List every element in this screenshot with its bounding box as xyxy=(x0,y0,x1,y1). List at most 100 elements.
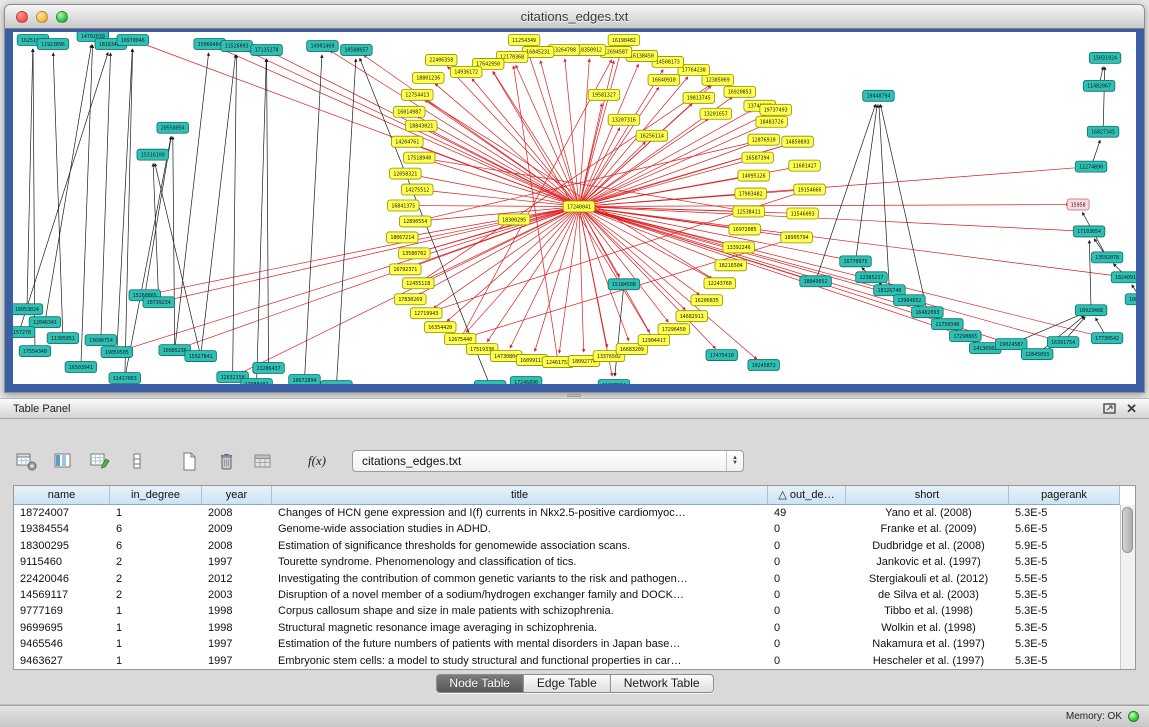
graph-node[interactable]: 10588657 xyxy=(341,44,373,55)
graph-node[interactable]: 11546093 xyxy=(787,208,819,219)
graph-node[interactable]: 19581327 xyxy=(588,89,620,100)
table-row[interactable]: 969969511998Structural magnetic resonanc… xyxy=(14,620,1120,636)
graph-node[interactable]: 11750348 xyxy=(932,319,964,330)
graph-node[interactable]: 12675440 xyxy=(444,334,476,345)
column-header-year[interactable]: year xyxy=(202,486,272,505)
graph-node[interactable]: 17246890 xyxy=(510,377,542,384)
table-mode-icon[interactable] xyxy=(12,448,40,474)
graph-node[interactable]: 16482093 xyxy=(912,307,944,318)
graph-node[interactable]: 19024587 xyxy=(995,339,1027,350)
graph-node[interactable]: 16206835 xyxy=(691,295,723,306)
graph-node[interactable]: 16503941 xyxy=(65,362,97,373)
show-columns-icon[interactable] xyxy=(49,448,77,474)
column-header-out_de[interactable]: △ out_de… xyxy=(768,486,846,505)
graph-node[interactable]: 16391754 xyxy=(1047,337,1079,348)
import-table-icon[interactable] xyxy=(249,448,277,474)
graph-node[interactable]: 18953024 xyxy=(13,304,43,315)
delete-icon[interactable] xyxy=(212,448,240,474)
table-row[interactable]: 1830029562008Estimation of significance … xyxy=(14,538,1120,554)
graph-node[interactable]: 16256114 xyxy=(636,130,668,141)
graph-node[interactable]: 12385217 xyxy=(856,272,888,283)
graph-node[interactable]: 16190482 xyxy=(608,34,640,45)
graph-node[interactable]: 12876910 xyxy=(748,134,780,145)
graph-node[interactable]: 10874523 xyxy=(1125,294,1136,305)
graph-node[interactable]: 12385069 xyxy=(702,74,734,85)
graph-node[interactable]: 17475410 xyxy=(706,350,738,361)
graph-node[interactable]: 11601427 xyxy=(789,160,821,171)
float-panel-icon[interactable] xyxy=(1103,403,1116,414)
minimize-window-icon[interactable] xyxy=(36,11,48,23)
graph-node[interactable]: 12046341 xyxy=(29,317,61,328)
graph-node[interactable]: 16972085 xyxy=(729,224,761,235)
graph-node[interactable]: 13392246 xyxy=(723,242,755,253)
graph-node[interactable]: 12455118 xyxy=(403,278,435,289)
graph-node[interactable]: 13904652 xyxy=(894,295,926,306)
graph-node[interactable]: 20558054 xyxy=(157,122,189,133)
graph-node[interactable]: 13580702 xyxy=(399,248,431,259)
graph-node[interactable]: 11526093 xyxy=(221,40,253,51)
tab-network-table[interactable]: Network Table xyxy=(610,675,713,692)
graph-node[interactable]: 10970046 xyxy=(117,34,149,45)
column-header-pagerank[interactable]: pagerank xyxy=(1009,486,1120,505)
graph-node[interactable]: 21206437 xyxy=(253,363,285,374)
tab-node-table[interactable]: Node Table xyxy=(436,675,523,692)
graph-node[interactable]: 19154666 xyxy=(794,184,826,195)
graph-node[interactable]: 22406358 xyxy=(425,54,457,65)
graph-node[interactable]: 16792371 xyxy=(390,264,422,275)
graph-node[interactable]: 10672894 xyxy=(289,375,321,384)
close-panel-icon[interactable]: ✕ xyxy=(1126,402,1137,415)
graph-node[interactable]: 13690754 xyxy=(85,335,117,346)
table-row[interactable]: 2242004622012Investigating the contribut… xyxy=(14,571,1120,587)
graph-node[interactable]: 14204761 xyxy=(392,136,424,147)
graph-node[interactable]: 18126740 xyxy=(874,285,906,296)
graph-node[interactable]: 12904417 xyxy=(638,335,670,346)
graph-node[interactable]: 16157278 xyxy=(13,327,35,338)
graph-node[interactable]: 10923468 xyxy=(1075,305,1107,316)
graph-node[interactable]: 17135278 xyxy=(251,44,283,55)
graph-node[interactable]: 17296450 xyxy=(658,324,690,335)
graph-node[interactable]: 17554340 xyxy=(19,346,51,357)
graph-node[interactable]: 10739234 xyxy=(143,297,175,308)
network-canvas[interactable]: 1724004122406358188012361275441316014987… xyxy=(13,32,1136,384)
graph-node[interactable]: 11923896 xyxy=(37,38,69,49)
graph-node[interactable]: 19813745 xyxy=(683,92,715,103)
graph-node[interactable]: 15184508 xyxy=(608,279,640,290)
graph-node[interactable]: 13207316 xyxy=(608,114,640,125)
graph-node[interactable]: 17988402 xyxy=(241,379,273,384)
graph-node[interactable]: 19448794 xyxy=(863,90,895,101)
graph-node[interactable]: 12243760 xyxy=(704,278,736,289)
column-header-in_degree[interactable]: in_degree xyxy=(110,486,202,505)
graph-node[interactable]: 18216504 xyxy=(715,260,747,271)
graph-node[interactable]: 12274890 xyxy=(1075,161,1107,172)
graph-node[interactable]: 17903482 xyxy=(735,188,767,199)
new-file-icon[interactable] xyxy=(175,448,203,474)
graph-node[interactable]: 16827345 xyxy=(1087,126,1119,137)
graph-node[interactable]: 17103654 xyxy=(1073,226,1105,237)
graph-node[interactable]: 11417063 xyxy=(109,373,141,384)
graph-node[interactable]: 16640910 xyxy=(648,74,680,85)
network-file-dropdown[interactable]: citations_edges.txt ▲▼ xyxy=(352,450,744,472)
graph-node[interactable]: 16841375 xyxy=(388,200,420,211)
graph-node[interactable]: 16014987 xyxy=(394,106,426,117)
graph-node[interactable]: 18067214 xyxy=(387,232,419,243)
function-builder-icon[interactable]: f(x) xyxy=(301,448,333,474)
graph-node[interactable]: 13592078 xyxy=(1091,252,1123,263)
graph-node[interactable]: 14275512 xyxy=(402,184,434,195)
graph-node[interactable]: 14682911 xyxy=(676,311,708,322)
table-row[interactable]: 1938455462009Genome-wide association stu… xyxy=(14,521,1120,537)
table-row[interactable]: 1456911722003Disruption of a novel membe… xyxy=(14,587,1120,603)
graph-node[interactable]: 12754413 xyxy=(402,89,434,100)
graph-node[interactable]: 14901469 xyxy=(307,40,339,51)
zoom-window-icon[interactable] xyxy=(56,11,68,23)
graph-node[interactable]: 12058321 xyxy=(390,168,422,179)
graph-node[interactable]: 17518940 xyxy=(404,152,436,163)
graph-node[interactable]: 15927841 xyxy=(185,351,217,362)
graph-node[interactable]: 16587394 xyxy=(742,152,774,163)
scrollbar-thumb[interactable] xyxy=(1122,507,1133,553)
graph-node[interactable]: 14095126 xyxy=(738,170,770,181)
graph-node[interactable]: 12719943 xyxy=(410,308,442,319)
graph-node[interactable]: 11837064 xyxy=(598,380,630,384)
table-row[interactable]: 977716911998Corpus callosum shape and si… xyxy=(14,603,1120,619)
graph-node[interactable]: 18049052 xyxy=(800,276,832,287)
graph-node[interactable]: 12890554 xyxy=(400,216,432,227)
